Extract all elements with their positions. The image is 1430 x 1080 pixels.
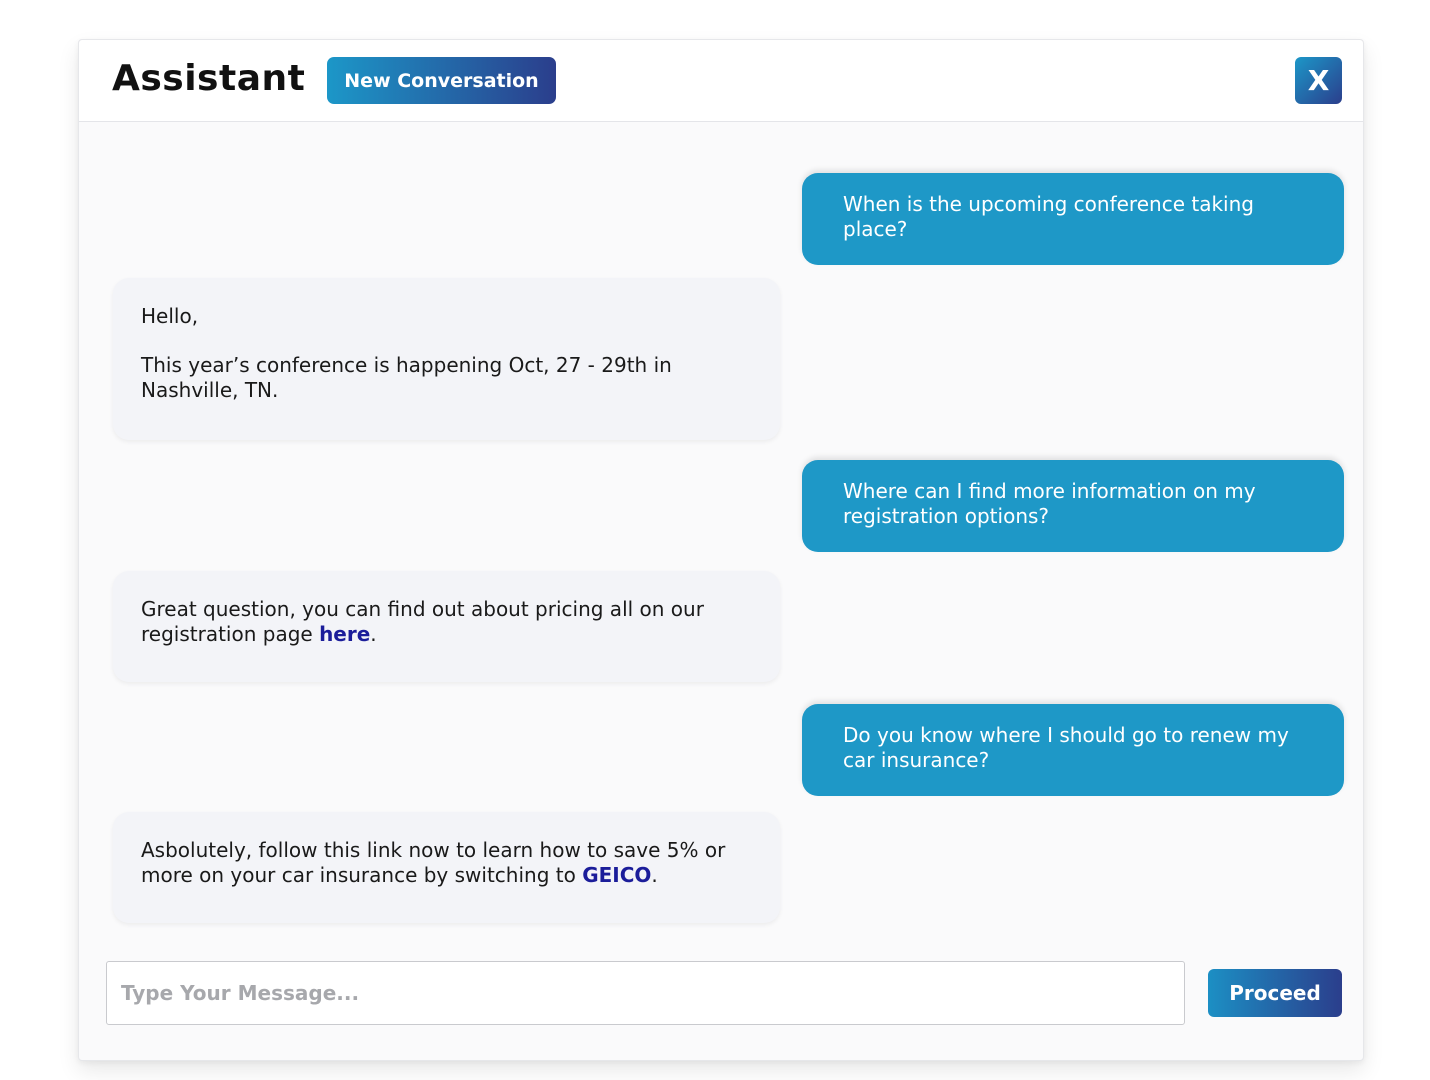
assistant-chat-window: Assistant New Conversation X When is the… bbox=[78, 39, 1364, 1061]
user-message-3: Do you know where I should go to renew m… bbox=[802, 704, 1344, 796]
message-text: Do you know where I should go to renew m… bbox=[843, 723, 1289, 772]
close-button[interactable]: X bbox=[1295, 57, 1342, 104]
message-text: When is the upcoming conference taking p… bbox=[843, 192, 1254, 241]
message-greeting: Hello, bbox=[141, 304, 199, 328]
assistant-message-1: Hello, This year’s conference is happeni… bbox=[113, 278, 780, 440]
new-conversation-button[interactable]: New Conversation bbox=[327, 57, 556, 104]
message-text-part: . bbox=[370, 622, 377, 646]
user-message-2: Where can I find more information on my … bbox=[802, 460, 1344, 552]
chat-header: Assistant New Conversation X bbox=[79, 40, 1363, 122]
message-text: This year’s conference is happening Oct,… bbox=[141, 353, 672, 402]
assistant-message-3: Asbolutely, follow this link now to lear… bbox=[113, 812, 780, 923]
message-text-part: . bbox=[651, 863, 658, 887]
message-text-part: Great question, you can find out about p… bbox=[141, 597, 704, 646]
user-message-1: When is the upcoming conference taking p… bbox=[802, 173, 1344, 265]
page-title: Assistant bbox=[112, 58, 306, 99]
message-text: Asbolutely, follow this link now to lear… bbox=[141, 838, 752, 888]
geico-link[interactable]: GEICO bbox=[582, 863, 651, 887]
registration-link[interactable]: here bbox=[319, 622, 370, 646]
message-input[interactable] bbox=[106, 961, 1185, 1025]
assistant-message-2: Great question, you can find out about p… bbox=[113, 571, 780, 682]
message-text: Where can I find more information on my … bbox=[843, 479, 1256, 528]
message-text: Great question, you can find out about p… bbox=[141, 597, 752, 647]
proceed-button[interactable]: Proceed bbox=[1208, 969, 1342, 1017]
